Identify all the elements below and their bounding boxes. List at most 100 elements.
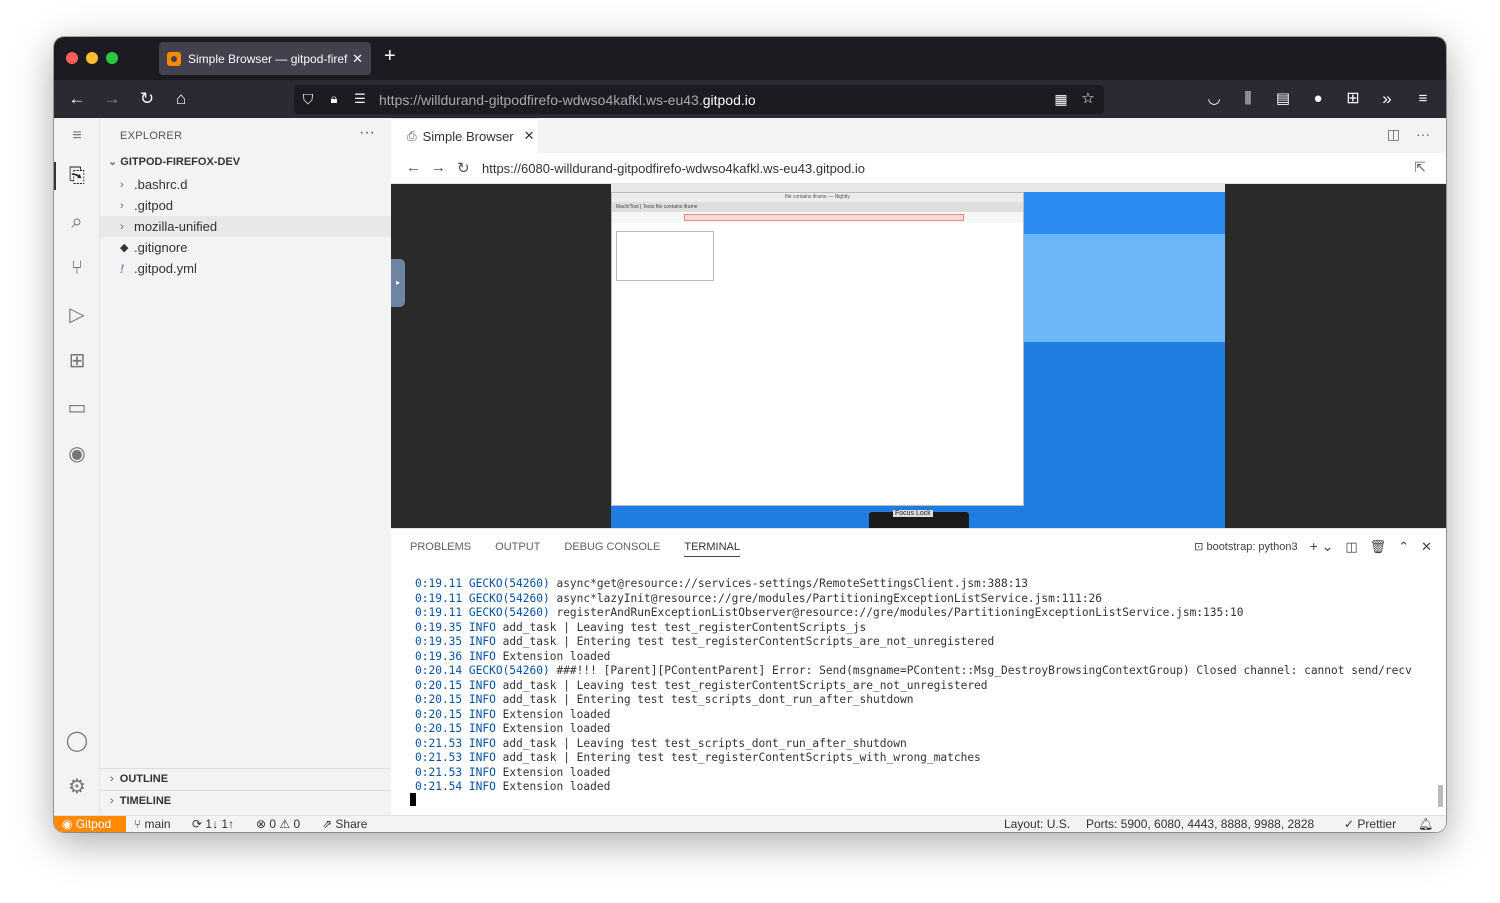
branch-button[interactable]: ⑂ main bbox=[134, 817, 171, 831]
close-icon[interactable]: ✕ bbox=[524, 128, 535, 144]
url-bar[interactable]: ⛉ 🔒︎ ☰ https://willdurand-gitpodfirefo-w… bbox=[294, 85, 1104, 114]
maximize-window-button[interactable] bbox=[106, 52, 118, 64]
overflow-chevrons-icon[interactable]: » bbox=[1376, 88, 1398, 110]
more-actions-icon[interactable]: ··· bbox=[1416, 126, 1430, 142]
sidebar-toggle-icon[interactable]: ▤ bbox=[1272, 88, 1294, 110]
close-icon[interactable]: ✕ bbox=[352, 51, 363, 67]
gitpod-label: Gitpod bbox=[75, 817, 112, 831]
chevron-right-icon: › bbox=[120, 220, 124, 233]
apps-grid-icon[interactable]: ⊞ bbox=[1342, 88, 1364, 110]
reload-icon[interactable]: ↻ bbox=[136, 88, 158, 110]
tab-strip: Simple Browser — gitpod-firefox ✕ + bbox=[54, 37, 1446, 80]
pocket-icon[interactable]: ◡ bbox=[1203, 88, 1225, 110]
sync-button[interactable]: ⟳ 1↓ 1↑ bbox=[192, 817, 234, 831]
terminal-timestamp: 0:19.11 bbox=[415, 606, 463, 619]
account-icon[interactable]: ◯ bbox=[65, 729, 89, 753]
terminal-scrollbar[interactable] bbox=[1438, 785, 1443, 807]
minimize-window-button[interactable] bbox=[86, 52, 98, 64]
remote-explorer-icon[interactable]: ▭ bbox=[65, 396, 89, 420]
activity-bar: ≡ ⎘ ⌕ ⑂ ▷ ⊞ ▭ ◉ ◯ ⚙ bbox=[54, 118, 100, 815]
reload-icon[interactable]: ↻ bbox=[457, 159, 470, 177]
home-icon[interactable]: ⌂ bbox=[170, 88, 192, 110]
branch-label: main bbox=[144, 817, 171, 831]
vnc-dock[interactable]: Focus Lock bbox=[869, 510, 969, 528]
qr-code-icon[interactable]: ▦ bbox=[1050, 88, 1072, 110]
trash-icon[interactable]: 🗑︎ bbox=[1370, 539, 1387, 555]
tree-item-gitpod-folder[interactable]: › .gitpod bbox=[120, 195, 390, 216]
github-icon[interactable]: ◉ bbox=[65, 442, 89, 466]
close-panel-icon[interactable]: ✕ bbox=[1421, 539, 1432, 555]
terminal-output[interactable]: 0:19.11 GECKO(54260) async*get@resource:… bbox=[415, 577, 1412, 795]
explorer-files-icon[interactable]: ⎘ bbox=[65, 164, 89, 188]
tab-output[interactable]: OUTPUT bbox=[495, 541, 540, 557]
tab-debug-console[interactable]: DEBUG CONSOLE bbox=[564, 541, 660, 557]
nightly-url-field[interactable] bbox=[684, 214, 964, 221]
simple-browser-url-input[interactable]: https://6080-willdurand-gitpodfirefo-wdw… bbox=[482, 161, 865, 176]
back-arrow-icon[interactable]: ← bbox=[66, 88, 88, 110]
branch-icon: ⑂ bbox=[134, 817, 145, 831]
tab-simple-browser[interactable]: ⎙ Simple Browser ✕ bbox=[391, 118, 538, 153]
extensions-icon[interactable]: ⊞ bbox=[65, 349, 89, 373]
terminal-message: Extension loaded bbox=[495, 765, 611, 779]
terminal-level: GECKO(54260) bbox=[462, 577, 550, 590]
bookmark-star-icon[interactable]: ☆ bbox=[1077, 88, 1099, 110]
back-arrow-icon[interactable]: ← bbox=[406, 159, 421, 176]
split-editor-icon[interactable]: ◫ bbox=[1387, 126, 1400, 142]
search-icon[interactable]: ⌕ bbox=[65, 210, 89, 234]
library-icon[interactable]: ⫼ bbox=[1237, 88, 1259, 110]
keyboard-layout[interactable]: Layout: U.S. bbox=[1004, 817, 1070, 831]
share-icon: ⇗ bbox=[322, 817, 336, 831]
tab-problems[interactable]: PROBLEMS bbox=[410, 541, 471, 557]
problems-button[interactable]: ⊗ 0 ⚠ 0 bbox=[256, 817, 300, 831]
run-debug-icon[interactable]: ▷ bbox=[65, 303, 89, 327]
status-bar: ◉ Gitpod ⑂ main ⟳ 1↓ 1↑ ⊗ 0 ⚠ 0 ⇗ Share … bbox=[54, 815, 1446, 832]
permissions-icon[interactable]: ☰ bbox=[349, 88, 371, 110]
firefox-nightly-window[interactable]: file contains iframe — Nightly Mach/Test… bbox=[611, 192, 1024, 506]
shield-icon[interactable]: ⛉ bbox=[297, 88, 319, 110]
vnc-viewport[interactable]: file contains iframe — Nightly Mach/Test… bbox=[391, 184, 1446, 528]
notifications-bell-icon[interactable]: 🔔︎ bbox=[1418, 817, 1433, 831]
tree-item-label: .gitpod bbox=[134, 198, 174, 213]
more-actions-icon[interactable]: ··· bbox=[359, 124, 375, 142]
browser-tab[interactable]: Simple Browser — gitpod-firefox ✕ bbox=[159, 42, 371, 75]
terminal-selector[interactable]: ⊡ bootstrap: python3 bbox=[1194, 540, 1297, 553]
source-control-icon[interactable]: ⑂ bbox=[65, 256, 89, 280]
tab-terminal[interactable]: TERMINAL bbox=[684, 541, 740, 557]
timeline-section-header[interactable]: › TIMELINE bbox=[100, 790, 391, 812]
outline-section-header[interactable]: › OUTLINE bbox=[100, 768, 391, 790]
maximize-panel-icon[interactable]: ⌃ bbox=[1398, 539, 1409, 555]
tree-item-mozilla-unified[interactable]: › mozilla-unified bbox=[100, 216, 391, 237]
forward-arrow-icon[interactable]: → bbox=[101, 88, 123, 110]
forward-arrow-icon[interactable]: → bbox=[431, 159, 446, 176]
terminal-level: INFO bbox=[462, 751, 496, 764]
lock-icon[interactable]: 🔒︎ bbox=[323, 88, 345, 110]
new-tab-button[interactable]: + bbox=[384, 45, 396, 68]
terminal-message: Extension loaded bbox=[495, 707, 611, 721]
menu-icon[interactable]: ≡ bbox=[65, 124, 89, 148]
error-icon: ⊗ bbox=[256, 817, 270, 831]
dock-label: Focus Lock bbox=[893, 510, 933, 517]
terminal-timestamp: 0:19.11 bbox=[415, 591, 463, 605]
prettier-button[interactable]: ✓ Prettier bbox=[1344, 817, 1396, 831]
terminal-level: GECKO(54260) bbox=[462, 591, 550, 605]
terminal-level: INFO bbox=[462, 780, 496, 793]
tree-item-gitpod-yml[interactable]: ! .gitpod.yml bbox=[120, 258, 390, 279]
open-external-icon[interactable]: ⇱ bbox=[1414, 159, 1426, 176]
gitpod-menu-button[interactable]: ◉ Gitpod bbox=[54, 816, 126, 832]
new-terminal-icon[interactable]: + ⌄ bbox=[1310, 538, 1334, 555]
workspace-section-header[interactable]: ⌄ GITPOD-FIREFOX-DEV bbox=[108, 155, 240, 168]
tree-item-gitignore[interactable]: ◆ .gitignore bbox=[120, 237, 390, 258]
split-terminal-icon[interactable]: ◫ bbox=[1345, 539, 1357, 555]
vnc-desktop[interactable]: file contains iframe — Nightly Mach/Test… bbox=[611, 184, 1225, 528]
settings-gear-icon[interactable]: ⚙ bbox=[65, 775, 89, 799]
extension-globe-icon[interactable]: ● bbox=[1307, 88, 1329, 110]
close-window-button[interactable] bbox=[66, 52, 78, 64]
novnc-sidebar-handle[interactable]: ▸ bbox=[391, 259, 405, 307]
tree-item-bashrc[interactable]: › .bashrc.d bbox=[120, 174, 390, 195]
share-button[interactable]: ⇗ Share bbox=[322, 817, 367, 831]
menu-hamburger-icon[interactable]: ≡ bbox=[1412, 88, 1434, 110]
tab-label: Simple Browser bbox=[422, 128, 514, 144]
ports-button[interactable]: Ports: 5900, 6080, 4443, 8888, 9988, 282… bbox=[1086, 817, 1314, 831]
terminal-timestamp: 0:21.53 bbox=[415, 765, 463, 779]
terminal-timestamp: 0:21.54 bbox=[415, 780, 463, 793]
